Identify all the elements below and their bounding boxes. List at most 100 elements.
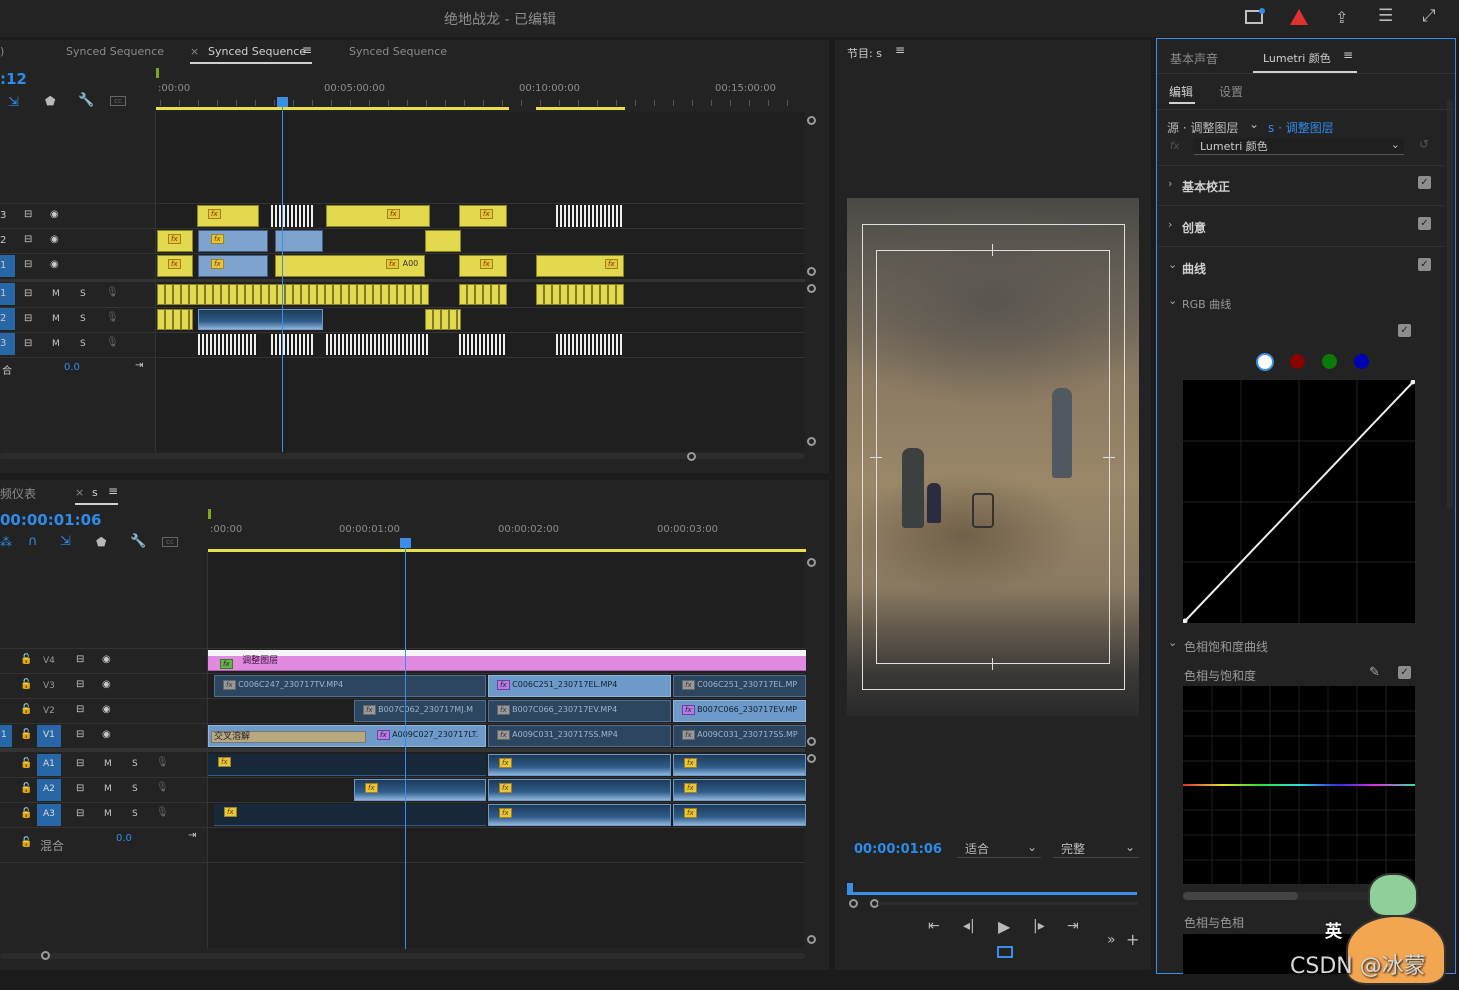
channel-white[interactable] xyxy=(1256,353,1274,371)
audio-clip[interactable] xyxy=(536,284,624,305)
safe-margins-icon[interactable] xyxy=(997,946,1013,958)
vertical-scroll-knob[interactable] xyxy=(807,737,816,746)
captions-icon[interactable]: cc xyxy=(110,96,126,106)
fit-dropdown[interactable]: 适合 ⌄ xyxy=(957,840,1041,858)
clip[interactable]: fx xyxy=(198,255,268,277)
clip[interactable]: fx C006C251_230717EL.MP xyxy=(673,675,806,697)
section-basic-correction[interactable]: 基本校正 xyxy=(1182,178,1230,195)
reset-icon[interactable]: ↺ xyxy=(1419,137,1429,151)
clip[interactable]: fx A009C031_230717SS.MP4 xyxy=(488,725,671,747)
play-icon[interactable]: ▶ xyxy=(998,917,1010,936)
audio-clip[interactable]: fx xyxy=(214,804,486,826)
audio-clip[interactable]: fx xyxy=(673,779,806,801)
channel-red[interactable] xyxy=(1290,354,1305,369)
mute-button[interactable]: M xyxy=(52,314,60,324)
horizontal-scroll-knob[interactable] xyxy=(687,452,696,461)
mic-icon[interactable]: 🎙 xyxy=(156,757,169,768)
quality-dropdown[interactable]: 完整 ⌄ xyxy=(1053,840,1139,858)
zoom-bar[interactable] xyxy=(878,902,1138,905)
tab-essential-sound[interactable]: 基本声音 xyxy=(1170,50,1218,67)
audio-clip[interactable] xyxy=(271,334,313,355)
section-creative[interactable]: 创意 xyxy=(1182,219,1206,236)
tab-menu-icon[interactable]: ≡ xyxy=(302,43,312,57)
audio-clip[interactable] xyxy=(157,309,193,330)
clip[interactable]: 交叉溶解 fx A009C027_230717LT. xyxy=(208,725,486,747)
eye-icon[interactable]: ◉ xyxy=(102,729,111,740)
tab-menu-icon[interactable]: ≡ xyxy=(895,43,905,57)
clip[interactable]: fx xyxy=(197,205,259,227)
vertical-scroll-knob[interactable] xyxy=(807,754,816,763)
close-icon[interactable]: × xyxy=(190,45,199,58)
effect-dropdown[interactable]: Lumetri 颜色 ⌄ xyxy=(1194,138,1404,155)
sync-lock-icon[interactable]: ⊟ xyxy=(76,758,84,769)
go-to-in-icon[interactable]: ⇤ xyxy=(928,918,940,934)
audio-clip[interactable] xyxy=(459,284,507,305)
mute-button[interactable]: M xyxy=(104,759,112,769)
sync-lock-icon[interactable]: ⊟ xyxy=(24,288,32,299)
hue-sat-curves-label[interactable]: 色相饱和度曲线 xyxy=(1184,638,1268,655)
transition-cross-dissolve[interactable]: 交叉溶解 xyxy=(211,731,366,743)
mute-button[interactable]: M xyxy=(104,784,112,794)
mix-value[interactable]: 0.0 xyxy=(64,362,80,373)
mic-icon[interactable]: 🎙 xyxy=(156,782,169,793)
horizontal-scrollbar[interactable] xyxy=(0,953,805,959)
chevron-right-icon[interactable]: › xyxy=(1168,177,1172,190)
section-curves[interactable]: 曲线 xyxy=(1182,260,1206,277)
audio-clip[interactable]: fx xyxy=(488,804,671,826)
mix-end-icon[interactable]: ⇥ xyxy=(135,360,143,371)
program-timecode[interactable]: 00:00:01:06 xyxy=(854,842,942,857)
chevron-down-icon[interactable]: ⌄ xyxy=(1168,294,1177,307)
sync-lock-icon[interactable]: ⊟ xyxy=(24,313,32,324)
eye-icon[interactable]: ◉ xyxy=(50,259,59,270)
timeline-timecode[interactable]: 00:00:01:06 xyxy=(0,511,102,529)
hue-sat-svg[interactable] xyxy=(1183,686,1415,884)
mute-button[interactable]: M xyxy=(52,339,60,349)
mic-icon[interactable]: 🎙 xyxy=(106,337,119,348)
clip[interactable] xyxy=(425,230,461,252)
playhead-line[interactable] xyxy=(282,106,283,452)
lock-icon[interactable]: 🔓 xyxy=(20,837,32,848)
tab-synced-sequence-3[interactable]: Synced Sequence xyxy=(349,45,447,58)
add-button-icon[interactable]: + xyxy=(1126,930,1139,949)
track-name-v3[interactable]: V3 xyxy=(43,681,55,691)
vertical-scroll-knob[interactable] xyxy=(807,935,816,944)
vertical-scroll-knob[interactable] xyxy=(807,437,816,446)
track-name-v2[interactable]: V2 xyxy=(43,706,55,716)
workspaces-icon[interactable]: ☰ xyxy=(1378,6,1393,26)
audio-clip[interactable] xyxy=(198,334,258,355)
lock-icon[interactable]: 🔓 xyxy=(20,654,32,665)
wrench-icon[interactable]: 🔧 xyxy=(78,93,94,108)
audio-clip[interactable]: fx xyxy=(488,754,671,776)
insert-icon[interactable]: ⁂ xyxy=(0,535,12,549)
audio-clip[interactable]: fx xyxy=(208,754,486,776)
mic-icon[interactable]: 🎙 xyxy=(106,312,119,323)
horizontal-scrollbar[interactable] xyxy=(0,453,805,459)
audio-clip[interactable] xyxy=(326,334,430,355)
channel-blue[interactable] xyxy=(1354,354,1369,369)
adjustment-layer-clip[interactable]: fx 调整图层 xyxy=(208,650,806,671)
solo-button[interactable]: S xyxy=(80,289,86,299)
chevron-right-icon[interactable]: › xyxy=(1168,218,1172,231)
tab-sequence-s[interactable]: s xyxy=(92,486,98,499)
fullscreen-icon[interactable]: ⤢ xyxy=(1422,6,1436,26)
tab-audio-meters[interactable]: 频仪表 xyxy=(0,485,36,502)
sync-lock-icon[interactable]: ⊟ xyxy=(76,679,84,690)
track-name-v4[interactable]: V4 xyxy=(43,656,55,666)
subtab-edit[interactable]: 编辑 xyxy=(1169,83,1193,100)
channel-green[interactable] xyxy=(1322,354,1337,369)
mix-value[interactable]: 0.0 xyxy=(116,833,132,844)
wrench-icon[interactable]: 🔧 xyxy=(130,534,146,549)
clip[interactable]: fx A009C031_230717SS.MP xyxy=(673,725,806,747)
target-link[interactable]: s · 调整图层 xyxy=(1268,119,1334,136)
snap-icon[interactable]: ⇲ xyxy=(8,95,19,110)
marker-icon[interactable]: ⬟ xyxy=(45,94,55,108)
mute-button[interactable]: M xyxy=(52,289,60,299)
rgb-curve-graph[interactable] xyxy=(1182,379,1416,624)
clip[interactable]: fx xyxy=(157,230,193,252)
clip[interactable]: fx xyxy=(157,255,193,277)
clip[interactable]: fx A00 xyxy=(275,255,425,277)
tab-synced-sequence-1[interactable]: Synced Sequence xyxy=(66,45,164,58)
audio-clip[interactable] xyxy=(556,334,622,355)
horizontal-scroll-knob[interactable] xyxy=(41,951,50,960)
track-name-v1[interactable]: V1 xyxy=(37,725,61,747)
